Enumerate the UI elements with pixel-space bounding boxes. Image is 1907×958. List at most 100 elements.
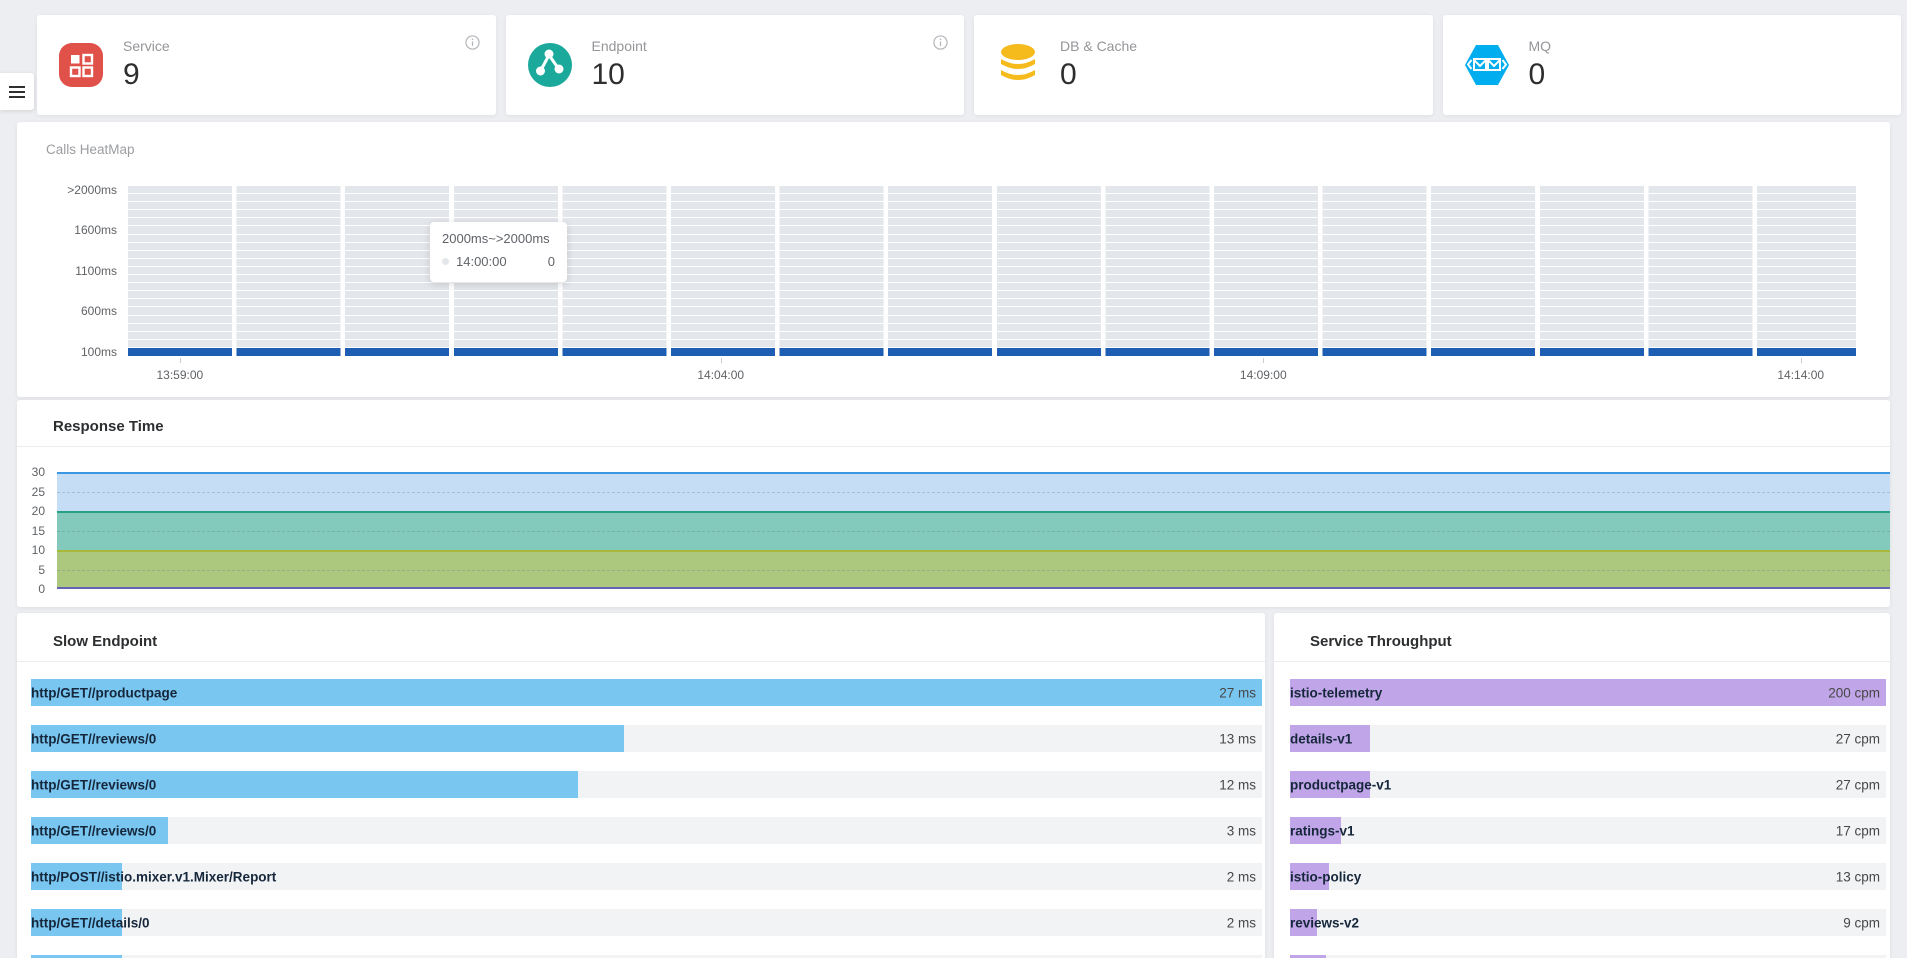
baseline-purple: [57, 587, 1890, 589]
info-icon[interactable]: [933, 35, 948, 50]
card-service: Service 9: [37, 15, 496, 115]
endpoint-nodes-icon: [526, 43, 574, 87]
endpoint-row[interactable]: http/POST//istio.mixer.v1.Mixer/Report 2…: [31, 863, 1262, 890]
y-tick: 100ms: [17, 344, 117, 360]
endpoint-value: 27 ms: [1219, 685, 1256, 700]
service-row[interactable]: istio-telemetry 200 cpm: [1290, 679, 1886, 706]
bar-fill: [31, 679, 1262, 706]
y-tick: 600ms: [17, 303, 117, 319]
menu-toggle-button[interactable]: [0, 73, 34, 110]
endpoint-value: 3 ms: [1227, 823, 1256, 838]
card-label: MQ: [1529, 38, 1552, 54]
endpoint-label: http/GET//reviews/0: [31, 777, 156, 792]
heatmap-row[interactable]: [128, 299, 1856, 306]
heatmap-row[interactable]: [128, 218, 1856, 225]
stat-cards-row: Service 9 Endpoint 10: [37, 15, 1901, 115]
heatmap-row[interactable]: [128, 291, 1856, 298]
endpoint-row[interactable]: http/GET//reviews/0 3 ms: [31, 817, 1262, 844]
service-row[interactable]: reviews-v2 9 cpm: [1290, 909, 1886, 936]
service-label: productpage-v1: [1290, 777, 1391, 792]
heatmap-row[interactable]: [128, 267, 1856, 274]
response-time-title: Response Time: [53, 418, 164, 435]
endpoint-value: 12 ms: [1219, 777, 1256, 792]
response-time-chart[interactable]: [57, 472, 1890, 589]
heatmap-row-active[interactable]: [128, 348, 1856, 356]
heatmap-row[interactable]: [128, 243, 1856, 250]
apm-dashboard: { "stat_cards": [ { "label": "Service", …: [0, 0, 1907, 958]
card-db-cache: DB & Cache 0: [974, 15, 1433, 115]
card-value: 0: [1529, 58, 1552, 92]
card-value: 9: [123, 58, 170, 92]
response-y-axis: 30 25 20 15 10 5 0: [17, 472, 50, 589]
heatmap-y-axis: >2000ms 1600ms 1100ms 600ms 100ms: [17, 122, 117, 397]
service-label: reviews-v2: [1290, 915, 1359, 930]
service-row[interactable]: details-v1 27 cpm: [1290, 725, 1886, 752]
service-row[interactable]: productpage-v1 27 cpm: [1290, 771, 1886, 798]
service-value: 13 cpm: [1836, 869, 1880, 884]
heatmap-row[interactable]: [128, 194, 1856, 201]
y-tick: 20: [17, 504, 45, 518]
heatmap-row[interactable]: [128, 226, 1856, 233]
heatmap-row[interactable]: [128, 202, 1856, 209]
calls-heatmap-panel: Calls HeatMap >2000ms 1600ms 1100ms 600m…: [17, 122, 1890, 397]
heatmap-row[interactable]: [128, 283, 1856, 290]
heatmap-row[interactable]: [128, 324, 1856, 331]
endpoint-label: http/POST//istio.mixer.v1.Mixer/Report: [31, 869, 276, 884]
service-grid-icon: [57, 43, 105, 87]
y-tick: 0: [17, 582, 45, 596]
database-icon: [994, 43, 1042, 87]
endpoint-label: http/GET//details/0: [31, 915, 150, 930]
service-row[interactable]: ratings-v1 17 cpm: [1290, 817, 1886, 844]
card-endpoint: Endpoint 10: [506, 15, 965, 115]
card-value: 10: [592, 58, 647, 92]
heatmap-grid[interactable]: [128, 186, 1856, 356]
heatmap-row[interactable]: [128, 332, 1856, 339]
service-label: ratings-v1: [1290, 823, 1355, 838]
service-label: istio-telemetry: [1290, 685, 1382, 700]
service-label: details-v1: [1290, 731, 1352, 746]
heatmap-row[interactable]: [128, 235, 1856, 242]
endpoint-row[interactable]: http/GET//reviews/0 12 ms: [31, 771, 1262, 798]
heatmap-row[interactable]: [128, 340, 1856, 347]
card-label: DB & Cache: [1060, 38, 1137, 54]
card-mq: MQ 0: [1443, 15, 1902, 115]
endpoint-label: http/GET//reviews/0: [31, 823, 156, 838]
service-value: 27 cpm: [1836, 731, 1880, 746]
heatmap-row[interactable]: [128, 316, 1856, 323]
response-time-panel: Response Time 30 25 20 15 10 5 0: [17, 400, 1890, 607]
tooltip-value: 0: [548, 254, 555, 269]
y-tick: 5: [17, 563, 45, 577]
divider: [17, 446, 1890, 447]
card-label: Endpoint: [592, 38, 647, 54]
endpoint-label: http/GET//productpage: [31, 685, 177, 700]
heatmap-row[interactable]: [128, 307, 1856, 314]
gridline-25: [57, 492, 1890, 493]
y-tick: 15: [17, 524, 45, 538]
service-value: 17 cpm: [1836, 823, 1880, 838]
service-value: 9 cpm: [1843, 915, 1880, 930]
endpoint-value: 13 ms: [1219, 731, 1256, 746]
endpoint-row[interactable]: http/GET//reviews/0 13 ms: [31, 725, 1262, 752]
heatmap-tooltip: 2000ms~>2000ms 14:00:00 0: [430, 222, 567, 282]
heatmap-row[interactable]: [128, 186, 1856, 193]
heatmap-row[interactable]: [128, 251, 1856, 258]
service-value: 200 cpm: [1828, 685, 1880, 700]
gridline-15: [57, 531, 1890, 532]
endpoint-row[interactable]: http/GET//details/0 2 ms: [31, 909, 1262, 936]
card-value: 0: [1060, 58, 1137, 92]
heatmap-row[interactable]: [128, 275, 1856, 282]
service-row[interactable]: istio-policy 13 cpm: [1290, 863, 1886, 890]
service-value: 27 cpm: [1836, 777, 1880, 792]
service-label: istio-policy: [1290, 869, 1361, 884]
endpoint-label: http/GET//reviews/0: [31, 731, 156, 746]
endpoint-row[interactable]: http/GET//productpage 27 ms: [31, 679, 1262, 706]
endpoint-value: 2 ms: [1227, 915, 1256, 930]
tooltip-time: 14:00:00: [456, 254, 507, 269]
mq-hexagon-icon: [1463, 43, 1511, 87]
info-icon[interactable]: [465, 35, 480, 50]
heatmap-row[interactable]: [128, 210, 1856, 217]
heatmap-row[interactable]: [128, 259, 1856, 266]
heatmap-x-axis: 13:59:00 14:04:00 14:09:00 14:14:00: [128, 368, 1856, 384]
y-tick: 25: [17, 485, 45, 499]
endpoint-value: 2 ms: [1227, 869, 1256, 884]
